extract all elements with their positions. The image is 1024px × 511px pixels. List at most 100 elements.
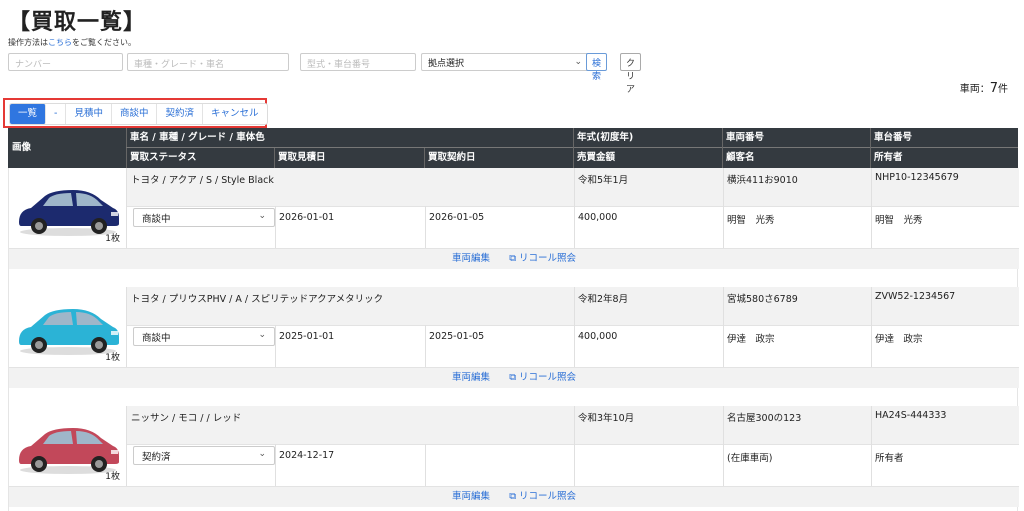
- row-actions: 車両編集 ⧉ リコール照会: [9, 486, 1019, 507]
- search-button[interactable]: 検索: [586, 53, 608, 82]
- estimate-date: 2024-12-17: [279, 450, 335, 461]
- image-count: 1枚: [105, 234, 120, 244]
- sale-price: [574, 447, 723, 453]
- status-tabs-highlight: 一覧 - 見積中 商談中 契約済 キャンセル: [3, 98, 268, 128]
- image-count: 1枚: [105, 472, 120, 482]
- recall-link[interactable]: ⧉ リコール照会: [509, 372, 576, 383]
- status-tabs: 一覧 - 見積中 商談中 契約済 キャンセル: [9, 103, 268, 125]
- clear-button[interactable]: クリア: [620, 53, 642, 95]
- external-link-icon: ⧉: [509, 372, 519, 383]
- contract-date: 2025-01-05: [429, 331, 485, 342]
- count-suffix: 件: [998, 84, 1008, 95]
- row-actions: 車両編集 ⧉ リコール照会: [9, 248, 1019, 269]
- recall-link[interactable]: ⧉ リコール照会: [509, 253, 576, 264]
- purchase-status-value: 商談中: [142, 214, 171, 225]
- vehicle-chassis: ZVW52-1234567: [875, 291, 956, 302]
- purchase-status-select[interactable]: 契約済 ⌄: [133, 446, 275, 465]
- owner-name: 所有者: [875, 453, 904, 464]
- edit-vehicle-link[interactable]: 車両編集: [452, 491, 490, 502]
- vehicle-name: トヨタ / プリウスPHV / A / スピリテッドアクアメタリック: [131, 294, 384, 305]
- purchase-status-value: 商談中: [142, 333, 171, 344]
- vehicle-year: 令和2年8月: [578, 294, 629, 305]
- edit-vehicle-link[interactable]: 車両編集: [452, 372, 490, 383]
- chevron-down-icon: ⌄: [258, 330, 266, 340]
- customer-name: 伊達 政宗: [727, 334, 775, 345]
- recall-link-label: リコール照会: [519, 491, 577, 502]
- header-image: 画像: [12, 142, 32, 153]
- purchase-status-value: 契約済: [142, 452, 171, 463]
- header-name: 車名 / 車種 / グレード / 車体色: [126, 128, 573, 148]
- purchase-status-select[interactable]: 商談中 ⌄: [133, 208, 275, 227]
- sale-price: 400,000: [578, 212, 618, 223]
- estimate-date: 2025-01-01: [279, 331, 335, 342]
- header-customer: 顧客名: [726, 152, 755, 163]
- tab-contracted[interactable]: 契約済: [157, 104, 203, 124]
- table-row: 1枚 トヨタ / プリウスPHV / A / スピリテッドアクアメタリック 令和…: [8, 287, 1019, 406]
- table-header: 画像 車名 / 車種 / グレード / 車体色 年式(初度年) 車両番号 車台番…: [8, 128, 1018, 168]
- sale-price: 400,000: [578, 331, 618, 342]
- vehicle-year: 令和3年10月: [578, 413, 635, 424]
- chevron-down-icon: ⌄: [258, 449, 266, 459]
- vehicle-count: 車両：7件: [960, 80, 1008, 96]
- owner-name: 伊達 政宗: [875, 334, 923, 345]
- tab-negotiating[interactable]: 商談中: [112, 104, 158, 124]
- vehicle-plate: 名古屋300の123: [727, 413, 802, 424]
- header-year: 年式(初度年): [573, 128, 722, 148]
- estimate-date: 2026-01-01: [279, 212, 335, 223]
- tab-all[interactable]: 一覧: [10, 104, 47, 124]
- vehicle-plate: 宮城580さ6789: [727, 294, 798, 305]
- tab-none[interactable]: -: [46, 104, 67, 124]
- vehicle-image-cell[interactable]: 1枚: [9, 287, 127, 367]
- branch-select[interactable]: 拠点選択 ⌄: [421, 53, 589, 71]
- vehicle-image-cell[interactable]: 1枚: [9, 406, 127, 486]
- header-plate: 車両番号: [722, 128, 870, 148]
- vehicle-photo[interactable]: [13, 416, 123, 476]
- tab-cancel[interactable]: キャンセル: [203, 104, 267, 124]
- recall-link[interactable]: ⧉ リコール照会: [509, 491, 576, 502]
- vehicle-photo[interactable]: [13, 178, 123, 238]
- chevron-down-icon: ⌄: [258, 211, 266, 221]
- header-status: 買取ステータス: [130, 152, 197, 163]
- image-count: 1枚: [105, 353, 120, 363]
- plate-input[interactable]: ナンバー: [8, 53, 123, 71]
- vehicle-image-cell[interactable]: 1枚: [9, 168, 127, 248]
- vehicle-year: 令和5年1月: [578, 175, 629, 186]
- header-price: 売買金額: [577, 152, 616, 163]
- tab-estimating[interactable]: 見積中: [66, 104, 112, 124]
- row-actions: 車両編集 ⧉ リコール照会: [9, 367, 1019, 388]
- recall-link-label: リコール照会: [519, 372, 577, 383]
- count-number: 7: [989, 81, 998, 96]
- model-input[interactable]: 型式・車台番号: [300, 53, 416, 71]
- count-prefix: 車両：: [959, 84, 990, 95]
- branch-select-value: 拠点選択: [428, 58, 465, 69]
- contract-date: [425, 447, 574, 453]
- table-row: 1枚 ニッサン / モコ / / レッド 令和3年10月 名古屋300の123 …: [8, 406, 1019, 511]
- howto-link[interactable]: こちら: [48, 38, 72, 47]
- vehicle-chassis: NHP10-12345679: [875, 172, 959, 183]
- contract-date: 2026-01-05: [429, 212, 485, 223]
- howto-post: をご覧ください。: [72, 38, 136, 47]
- vehicle-name: ニッサン / モコ / / レッド: [131, 413, 242, 424]
- external-link-icon: ⧉: [509, 253, 519, 264]
- vehicle-table: 画像 車名 / 車種 / グレード / 車体色 年式(初度年) 車両番号 車台番…: [8, 128, 1019, 511]
- page-title: 【買取一覧】: [8, 9, 147, 35]
- vehicle-name: トヨタ / アクア / S / Style Black: [131, 175, 274, 186]
- header-estimate-date: 買取見積日: [278, 152, 326, 163]
- car-name-input[interactable]: 車種・グレード・車名: [127, 53, 289, 71]
- chevron-down-icon: ⌄: [574, 57, 582, 67]
- external-link-icon: ⧉: [509, 491, 519, 502]
- howto-pre: 操作方法は: [8, 38, 48, 47]
- purchase-status-select[interactable]: 商談中 ⌄: [133, 327, 275, 346]
- table-row: 1枚 トヨタ / アクア / S / Style Black 令和5年1月 横浜…: [8, 168, 1019, 287]
- header-chassis: 車台番号: [870, 128, 1018, 148]
- vehicle-photo[interactable]: [13, 297, 123, 357]
- customer-name: (在庫車両): [727, 453, 773, 464]
- customer-name: 明智 光秀: [727, 215, 775, 226]
- header-contract-date: 買取契約日: [428, 152, 476, 163]
- recall-link-label: リコール照会: [519, 253, 577, 264]
- edit-vehicle-link[interactable]: 車両編集: [452, 253, 490, 264]
- header-owner: 所有者: [874, 152, 903, 163]
- vehicle-chassis: HA24S-444333: [875, 410, 947, 421]
- owner-name: 明智 光秀: [875, 215, 923, 226]
- howto-text: 操作方法はこちらをご覧ください。: [8, 37, 136, 48]
